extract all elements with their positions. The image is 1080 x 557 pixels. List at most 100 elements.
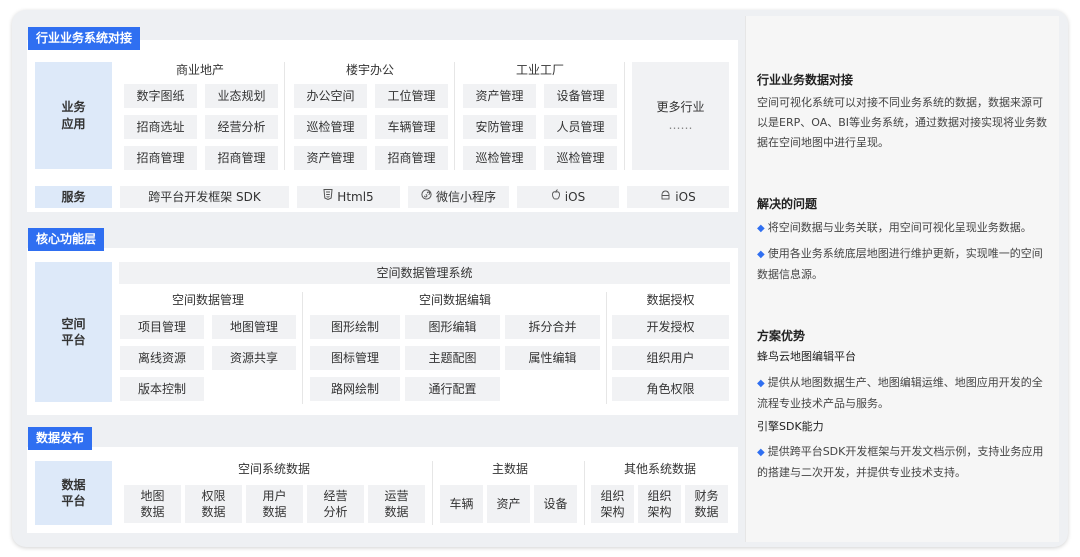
engine-sdk-subtitle: 引擎SDK能力 bbox=[757, 420, 824, 433]
solution-advantages-heading: 方案优势 bbox=[757, 329, 806, 343]
factory-item: 资产管理 bbox=[463, 84, 536, 108]
commercial-item: 招商选址 bbox=[124, 115, 197, 139]
spatial-data-item: 地图 数据 bbox=[124, 485, 181, 523]
factory-item: 安防管理 bbox=[463, 115, 536, 139]
bullet-diamond-icon: ◆ bbox=[757, 249, 765, 260]
spatial-data-item: 经营 分析 bbox=[307, 485, 364, 523]
ios-service-label: iOS bbox=[564, 189, 586, 204]
wechat-miniprogram-service: 微信小程序 bbox=[408, 186, 509, 208]
problems-solved-heading: 解决的问题 bbox=[757, 197, 818, 211]
ios-service: iOS bbox=[517, 186, 619, 208]
commercial-item: 经营分析 bbox=[205, 115, 278, 139]
office-item: 巡检管理 bbox=[294, 115, 367, 139]
problem-bullet-text: 将空间数据与业务关联，用空间可视化呈现业务数据。 bbox=[767, 221, 1032, 234]
auth-item: 组织用户 bbox=[612, 346, 729, 370]
commercial-item: 招商管理 bbox=[124, 146, 197, 170]
core-section-title: 核心功能层 bbox=[28, 228, 105, 251]
more-industries-label: 更多行业 bbox=[656, 99, 705, 114]
spatial-data-item: 运营 数据 bbox=[368, 485, 425, 523]
commercial-realestate-header: 商业地产 bbox=[175, 62, 224, 77]
spatial-data-item: 权限 数据 bbox=[185, 485, 242, 523]
advantage-bullet: ◆ 提供从地图数据生产、地图编辑运维、地图应用开发的全流程专业技术产品与服务。 bbox=[757, 373, 1047, 414]
advantage-bullet-text: 提供跨平台SDK开发框架与开发文档示例，支持业务应用的搭建与二次开发，并提供专业… bbox=[757, 445, 1044, 479]
business-application-label: 业务 应用 bbox=[35, 62, 112, 169]
mgmt-item: 离线资源 bbox=[120, 346, 204, 370]
office-item: 资产管理 bbox=[294, 146, 367, 170]
android-icon bbox=[660, 189, 671, 205]
edit-item: 图形绘制 bbox=[310, 315, 400, 339]
office-item: 招商管理 bbox=[375, 146, 448, 170]
wechat-miniprogram-service-label: 微信小程序 bbox=[435, 189, 496, 204]
mgmt-item: 资源共享 bbox=[212, 346, 296, 370]
android-service-label: iOS bbox=[675, 189, 696, 204]
office-building-header: 楼宇办公 bbox=[345, 62, 394, 77]
data-authorization-header: 数据授权 bbox=[646, 292, 695, 307]
other-data-item: 组织 架构 bbox=[638, 485, 681, 523]
industry-data-docking-text: 空间可视化系统可以对接不同业务系统的数据，数据来源可以是ERP、OA、BI等业务… bbox=[757, 96, 1048, 149]
other-system-data-header: 其他系统数据 bbox=[623, 461, 696, 476]
factory-item: 设备管理 bbox=[544, 84, 617, 108]
master-data-item: 设备 bbox=[534, 485, 577, 523]
column-divider bbox=[606, 292, 607, 404]
auth-item: 角色权限 bbox=[612, 377, 729, 401]
industry-data-docking-heading: 行业业务数据对接 bbox=[757, 73, 854, 87]
master-data-header: 主数据 bbox=[491, 461, 528, 476]
spatial-system-data-header: 空间系统数据 bbox=[237, 461, 310, 476]
spatial-platform-label: 空间 平台 bbox=[35, 262, 112, 402]
html5-service-label: Html5 bbox=[337, 189, 374, 204]
apple-icon bbox=[551, 189, 561, 205]
mgmt-item: 项目管理 bbox=[120, 315, 204, 339]
map-editor-platform-subtitle: 蜂鸟云地图编辑平台 bbox=[757, 350, 856, 363]
column-divider bbox=[432, 461, 433, 525]
more-industries-box: 更多行业 …… bbox=[632, 62, 729, 170]
auth-item: 开发授权 bbox=[612, 315, 729, 339]
column-divider bbox=[284, 62, 285, 170]
spatial-data-item: 用户 数据 bbox=[246, 485, 303, 523]
edit-item: 主题配图 bbox=[405, 346, 500, 370]
problem-bullet-text: 使用各业务系统底层地图进行维护更新，实现唯一的空间数据信息源。 bbox=[757, 247, 1043, 281]
column-divider bbox=[624, 62, 625, 170]
advantage-bullet-text: 提供从地图数据生产、地图编辑运维、地图应用开发的全流程专业技术产品与服务。 bbox=[757, 376, 1043, 410]
publish-section-title: 数据发布 bbox=[28, 427, 93, 450]
problem-bullet: ◆ 将空间数据与业务关联，用空间可视化呈现业务数据。 bbox=[757, 218, 1047, 239]
spatial-data-editing-header: 空间数据编辑 bbox=[418, 292, 491, 307]
column-divider bbox=[454, 62, 455, 170]
wechat-miniprogram-icon bbox=[421, 189, 432, 205]
html5-service: Html5 bbox=[297, 186, 400, 208]
column-divider bbox=[584, 461, 585, 525]
mgmt-item: 地图管理 bbox=[212, 315, 296, 339]
bullet-diamond-icon: ◆ bbox=[757, 378, 765, 389]
industrial-factory-header: 工业工厂 bbox=[515, 62, 564, 77]
edit-item: 通行配置 bbox=[405, 377, 500, 401]
edit-item: 图形编辑 bbox=[405, 315, 500, 339]
commercial-item: 业态规划 bbox=[205, 84, 278, 108]
office-item: 车辆管理 bbox=[375, 115, 448, 139]
advantage-bullet: ◆ 提供跨平台SDK开发框架与开发文档示例，支持业务应用的搭建与二次开发，并提供专… bbox=[757, 442, 1047, 483]
problem-bullet: ◆ 使用各业务系统底层地图进行维护更新，实现唯一的空间数据信息源。 bbox=[757, 244, 1047, 285]
edit-item: 路网绘制 bbox=[310, 377, 400, 401]
edit-item: 图标管理 bbox=[310, 346, 400, 370]
html5-icon bbox=[323, 189, 333, 205]
mgmt-item: 版本控制 bbox=[120, 377, 204, 401]
other-data-item: 财务 数据 bbox=[685, 485, 728, 523]
office-item: 工位管理 bbox=[375, 84, 448, 108]
edit-item: 拆分合并 bbox=[505, 315, 600, 339]
android-service: iOS bbox=[627, 186, 729, 208]
other-data-item: 组织 架构 bbox=[591, 485, 634, 523]
spatial-data-management-system: 空间数据管理系统 bbox=[119, 262, 730, 284]
data-platform-label: 数据 平台 bbox=[35, 461, 112, 525]
commercial-item: 数字图纸 bbox=[124, 84, 197, 108]
column-divider bbox=[302, 292, 303, 404]
sdk-service: 跨平台开发框架 SDK bbox=[120, 186, 289, 208]
industry-section-title: 行业业务系统对接 bbox=[28, 27, 141, 50]
bullet-diamond-icon: ◆ bbox=[757, 223, 765, 234]
commercial-item: 招商管理 bbox=[205, 146, 278, 170]
spatial-data-management-header: 空间数据管理 bbox=[171, 292, 244, 307]
bullet-diamond-icon: ◆ bbox=[757, 447, 765, 458]
service-label: 服务 bbox=[35, 186, 112, 208]
factory-item: 人员管理 bbox=[544, 115, 617, 139]
more-industries-ellipsis: …… bbox=[668, 118, 693, 132]
master-data-item: 资产 bbox=[487, 485, 530, 523]
office-item: 办公空间 bbox=[294, 84, 367, 108]
sdk-service-label: 跨平台开发框架 SDK bbox=[148, 189, 261, 204]
